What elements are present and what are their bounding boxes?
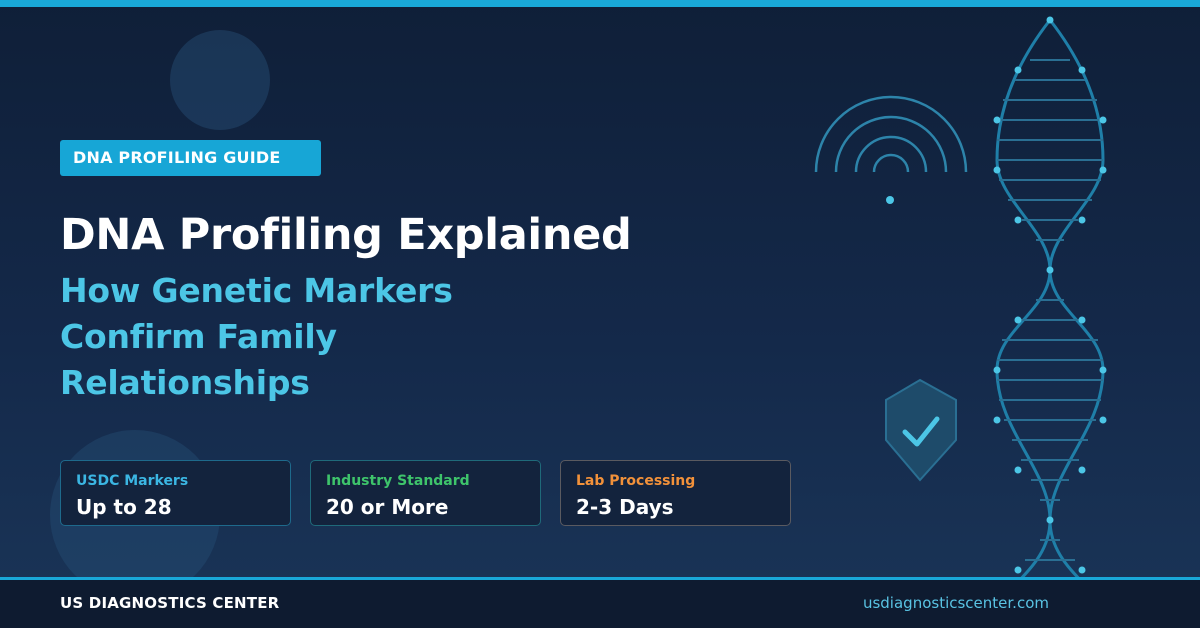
- wifi-signal-icon: [814, 95, 968, 204]
- brand-name: US DIAGNOSTICS CENTER: [60, 594, 280, 612]
- website-link[interactable]: usdiagnosticscenter.com: [863, 594, 1049, 612]
- decorative-artwork: [814, 16, 1107, 601]
- footer: US DIAGNOSTICS CENTER usdiagnosticscente…: [0, 580, 1200, 628]
- dna-helix-icon: [993, 16, 1107, 601]
- shield-check-icon: [885, 378, 957, 482]
